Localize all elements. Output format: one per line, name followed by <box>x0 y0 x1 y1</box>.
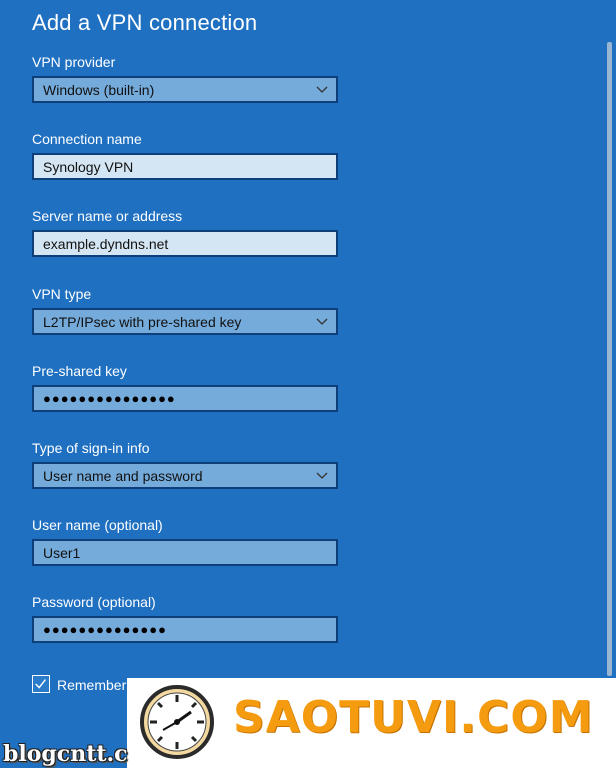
clock-icon <box>140 685 214 759</box>
banner-text: SAOTUVI.COM <box>233 692 594 743</box>
server-address-label: Server name or address <box>32 208 183 224</box>
pre-shared-key-input[interactable]: ●●●●●●●●●●●●●●● <box>32 385 338 412</box>
remember-label: Remember <box>57 677 127 693</box>
checkmark-icon <box>35 679 47 689</box>
password-input[interactable]: ●●●●●●●●●●●●●● <box>32 616 338 643</box>
chevron-down-icon <box>316 86 328 93</box>
password-value: ●●●●●●●●●●●●●● <box>43 622 167 637</box>
vpn-provider-label: VPN provider <box>32 54 116 70</box>
chevron-down-icon <box>316 472 328 479</box>
remember-checkbox[interactable] <box>32 675 50 693</box>
scrollbar[interactable] <box>607 42 612 676</box>
sign-in-type-value: User name and password <box>43 467 203 484</box>
pre-shared-key-label: Pre-shared key <box>32 363 127 379</box>
connection-name-input[interactable]: Synology VPN <box>32 153 338 180</box>
sign-in-type-label: Type of sign-in info <box>32 440 150 456</box>
vpn-provider-value: Windows (built-in) <box>43 81 155 98</box>
password-label: Password (optional) <box>32 594 156 610</box>
connection-name-label: Connection name <box>32 131 142 147</box>
server-address-input[interactable]: example.dyndns.net <box>32 230 338 257</box>
vpn-type-label: VPN type <box>32 286 92 302</box>
page-title: Add a VPN connection <box>32 10 258 35</box>
vpn-type-value: L2TP/IPsec with pre-shared key <box>43 313 242 330</box>
connection-name-value: Synology VPN <box>43 158 134 175</box>
chevron-down-icon <box>316 318 328 325</box>
vpn-provider-select[interactable]: Windows (built-in) <box>32 76 338 103</box>
username-value: User1 <box>43 544 81 561</box>
username-input[interactable]: User1 <box>32 539 338 566</box>
pre-shared-key-value: ●●●●●●●●●●●●●●● <box>43 391 176 406</box>
watermark-text: blogcntt.c <box>3 741 128 767</box>
site-banner: SAOTUVI.COM <box>127 678 616 768</box>
sign-in-type-select[interactable]: User name and password <box>32 462 338 489</box>
server-address-value: example.dyndns.net <box>43 235 169 252</box>
vpn-type-select[interactable]: L2TP/IPsec with pre-shared key <box>32 308 338 335</box>
username-label: User name (optional) <box>32 517 163 533</box>
